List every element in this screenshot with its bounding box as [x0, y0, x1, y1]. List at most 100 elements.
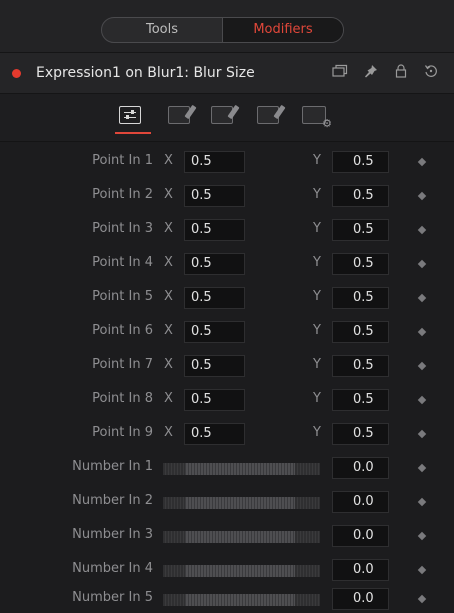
point-row: Point In 7 X 0.5 Y 0.5: [0, 349, 454, 381]
point-label: Point In 7: [92, 357, 153, 372]
point-x-input[interactable]: 0.5: [184, 185, 245, 207]
x-axis-label: X: [164, 255, 173, 270]
point-row: Point In 8 X 0.5 Y 0.5: [0, 383, 454, 415]
controls-sliders-icon[interactable]: [119, 106, 141, 124]
number-row: Number In 1 0.0: [0, 451, 454, 483]
node-title: Expression1 on Blur1: Blur Size: [36, 65, 255, 81]
point-x-input[interactable]: 0.5: [184, 355, 245, 377]
number-label: Number In 4: [72, 561, 153, 576]
y-axis-label: Y: [313, 357, 321, 372]
keyframe-diamond-icon[interactable]: [417, 361, 427, 371]
point-x-input[interactable]: 0.5: [184, 287, 245, 309]
point-row: Point In 6 X 0.5 Y 0.5: [0, 315, 454, 347]
keyframe-diamond-icon[interactable]: [417, 225, 427, 235]
y-axis-label: Y: [313, 221, 321, 236]
point-x-input[interactable]: 0.5: [184, 253, 245, 275]
keyframe-diamond-icon[interactable]: [417, 293, 427, 303]
point-y-input[interactable]: 0.5: [332, 389, 389, 411]
point-x-input[interactable]: 0.5: [184, 321, 245, 343]
expression-edit-icon[interactable]: [211, 104, 240, 124]
expression-edit-icon[interactable]: [168, 104, 197, 124]
point-label: Point In 2: [92, 187, 153, 202]
keyframe-diamond-icon[interactable]: [417, 157, 427, 167]
y-axis-label: Y: [313, 289, 321, 304]
y-axis-label: Y: [313, 323, 321, 338]
y-axis-label: Y: [313, 391, 321, 406]
y-axis-label: Y: [313, 425, 321, 440]
number-slider[interactable]: [163, 463, 320, 475]
versions-icon[interactable]: [331, 64, 349, 82]
keyframe-diamond-icon[interactable]: [417, 594, 427, 604]
x-axis-label: X: [164, 425, 173, 440]
point-y-input[interactable]: 0.5: [332, 219, 389, 241]
point-label: Point In 8: [92, 391, 153, 406]
point-y-input[interactable]: 0.5: [332, 321, 389, 343]
point-y-input[interactable]: 0.5: [332, 355, 389, 377]
keyframe-diamond-icon[interactable]: [417, 531, 427, 541]
point-x-input[interactable]: 0.5: [184, 219, 245, 241]
point-row: Point In 2 X 0.5 Y 0.5: [0, 179, 454, 211]
point-label: Point In 4: [92, 255, 153, 270]
keyframe-diamond-icon[interactable]: [417, 429, 427, 439]
keyframe-diamond-icon[interactable]: [417, 395, 427, 405]
number-input[interactable]: 0.0: [332, 559, 389, 581]
tools-modifiers-switch: Tools Modifiers: [101, 17, 344, 43]
number-label: Number In 1: [72, 459, 153, 474]
point-label: Point In 1: [92, 153, 153, 168]
point-y-input[interactable]: 0.5: [332, 287, 389, 309]
number-input[interactable]: 0.0: [332, 525, 389, 547]
point-x-input[interactable]: 0.5: [184, 423, 245, 445]
point-label: Point In 6: [92, 323, 153, 338]
point-row: Point In 4 X 0.5 Y 0.5: [0, 247, 454, 279]
keyframe-diamond-icon[interactable]: [417, 565, 427, 575]
point-row: Point In 1 X 0.5 Y 0.5: [0, 145, 454, 177]
node-header: Expression1 on Blur1: Blur Size: [0, 52, 454, 94]
x-axis-label: X: [164, 187, 173, 202]
point-row: Point In 5 X 0.5 Y 0.5: [0, 281, 454, 313]
reset-icon[interactable]: [422, 64, 440, 82]
x-axis-label: X: [164, 391, 173, 406]
pin-icon[interactable]: [362, 64, 380, 82]
y-axis-label: Y: [313, 187, 321, 202]
point-label: Point In 3: [92, 221, 153, 236]
number-slider[interactable]: [163, 497, 320, 509]
number-slider[interactable]: [163, 565, 320, 577]
point-y-input[interactable]: 0.5: [332, 423, 389, 445]
number-row: Number In 2 0.0: [0, 485, 454, 517]
point-row: Point In 3 X 0.5 Y 0.5: [0, 213, 454, 245]
x-axis-label: X: [164, 221, 173, 236]
point-y-input[interactable]: 0.5: [332, 151, 389, 173]
expression-edit-icon[interactable]: [257, 104, 286, 124]
inspector-tabs: ⚙: [0, 94, 454, 142]
tab-modifiers[interactable]: Modifiers: [222, 18, 343, 42]
point-x-input[interactable]: 0.5: [184, 151, 245, 173]
y-axis-label: Y: [313, 153, 321, 168]
x-axis-label: X: [164, 357, 173, 372]
point-x-input[interactable]: 0.5: [184, 389, 245, 411]
number-row: Number In 5 0.0: [0, 582, 454, 613]
x-axis-label: X: [164, 289, 173, 304]
keyframe-diamond-icon[interactable]: [417, 191, 427, 201]
lock-icon[interactable]: [392, 64, 410, 82]
point-y-input[interactable]: 0.5: [332, 185, 389, 207]
y-axis-label: Y: [313, 255, 321, 270]
number-label: Number In 3: [72, 527, 153, 542]
keyframe-diamond-icon[interactable]: [417, 497, 427, 507]
number-row: Number In 4 0.0: [0, 553, 454, 585]
number-label: Number In 2: [72, 493, 153, 508]
point-y-input[interactable]: 0.5: [332, 253, 389, 275]
number-input[interactable]: 0.0: [332, 491, 389, 513]
number-input[interactable]: 0.0: [332, 457, 389, 479]
point-row: Point In 9 X 0.5 Y 0.5: [0, 417, 454, 449]
number-slider[interactable]: [163, 531, 320, 543]
keyframe-diamond-icon[interactable]: [417, 327, 427, 337]
number-slider[interactable]: [163, 594, 320, 606]
keyframe-diamond-icon[interactable]: [417, 463, 427, 473]
controls-panel: Point In 1 X 0.5 Y 0.5 Point In 2 X 0.5 …: [0, 142, 454, 613]
active-dot-icon[interactable]: [12, 69, 21, 78]
number-row: Number In 3 0.0: [0, 519, 454, 551]
keyframe-diamond-icon[interactable]: [417, 259, 427, 269]
number-input[interactable]: 0.0: [332, 588, 389, 610]
settings-gear-icon[interactable]: ⚙: [302, 106, 332, 129]
tab-tools[interactable]: Tools: [102, 18, 222, 42]
